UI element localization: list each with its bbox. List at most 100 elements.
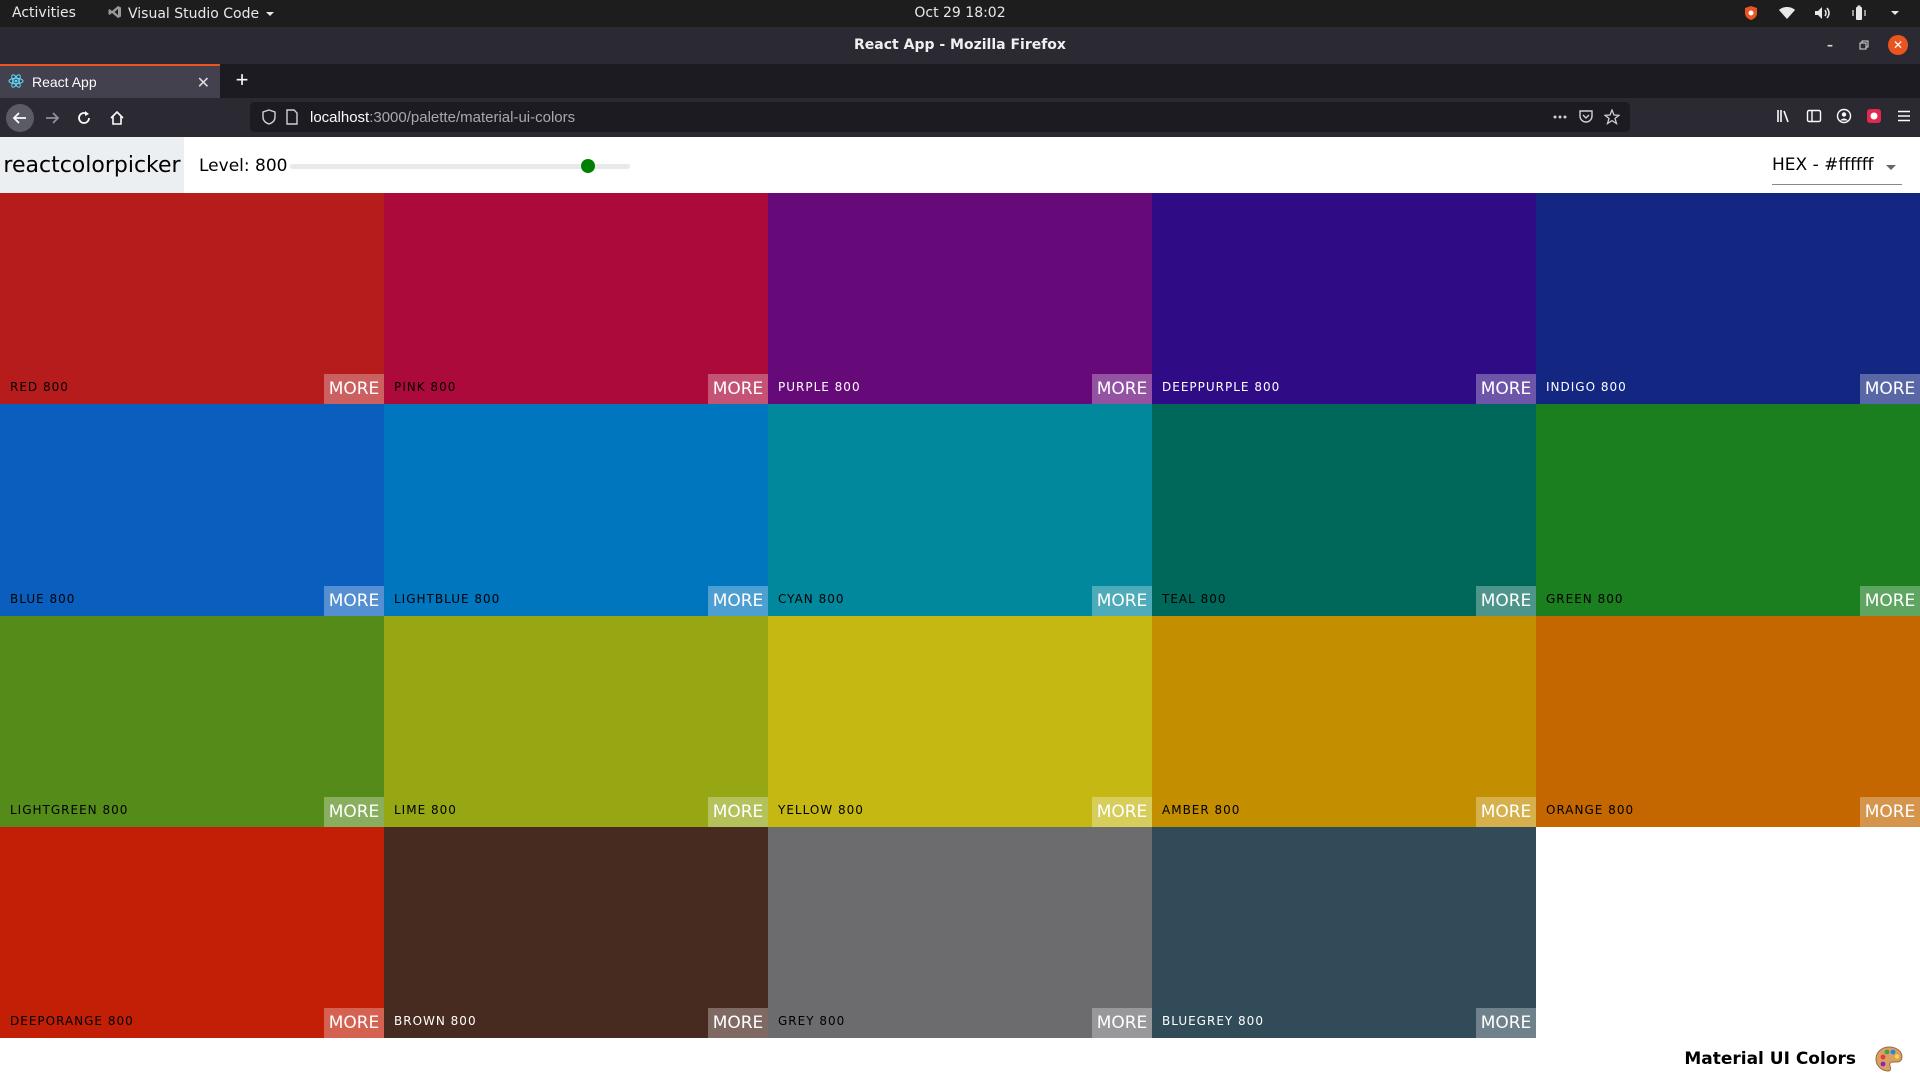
- restore-button[interactable]: [1854, 35, 1874, 55]
- more-button[interactable]: MORE: [324, 1008, 384, 1038]
- color-name: CYAN 800: [778, 591, 845, 606]
- color-name: LIGHTBLUE 800: [394, 591, 501, 606]
- account-icon[interactable]: [1836, 108, 1852, 129]
- more-button[interactable]: MORE: [708, 1008, 768, 1038]
- more-button[interactable]: MORE: [1092, 374, 1152, 405]
- url-bar[interactable]: localhost:3000/palette/material-ui-color…: [250, 102, 1630, 132]
- sidebar-icon[interactable]: [1806, 108, 1822, 129]
- vscode-icon: [108, 5, 122, 23]
- url-path: :3000/palette/material-ui-colors: [369, 108, 576, 126]
- more-button[interactable]: MORE: [1476, 796, 1536, 827]
- system-tray[interactable]: [1742, 4, 1904, 22]
- app-menu[interactable]: Visual Studio Code: [108, 5, 275, 23]
- more-button[interactable]: MORE: [708, 374, 768, 405]
- new-tab-button[interactable]: +: [230, 67, 254, 92]
- color-box[interactable]: ORANGE 800 MORE: [1536, 615, 1920, 827]
- color-name: ORANGE 800: [1546, 802, 1635, 817]
- color-box[interactable]: DEEPORANGE 800 MORE: [0, 826, 384, 1038]
- color-name: TEAL 800: [1162, 591, 1227, 606]
- forward-button[interactable]: [38, 104, 66, 132]
- color-name: GREY 800: [778, 1014, 846, 1028]
- more-button[interactable]: MORE: [324, 374, 384, 405]
- close-window-button[interactable]: ✕: [1888, 35, 1908, 55]
- more-button[interactable]: MORE: [708, 585, 768, 616]
- system-top-bar: Activities Visual Studio Code Oct 29 18:…: [0, 0, 1920, 27]
- color-box[interactable]: BROWN 800 MORE: [384, 826, 768, 1038]
- more-button[interactable]: MORE: [324, 585, 384, 616]
- more-button[interactable]: MORE: [1476, 585, 1536, 616]
- format-select-value: HEX - #ffffff: [1772, 155, 1874, 175]
- color-box[interactable]: PURPLE 800 MORE: [768, 193, 1152, 405]
- more-button[interactable]: MORE: [708, 796, 768, 827]
- color-box[interactable]: BLUE 800 MORE: [0, 404, 384, 616]
- reload-button[interactable]: [70, 104, 98, 132]
- volume-icon[interactable]: [1814, 4, 1832, 22]
- color-box[interactable]: DEEPPURPLE 800 MORE: [1152, 193, 1536, 405]
- tracking-protection-icon[interactable]: [262, 109, 276, 129]
- caret-down-icon: [1886, 165, 1896, 170]
- color-box[interactable]: CYAN 800 MORE: [768, 404, 1152, 616]
- color-box[interactable]: PINK 800 MORE: [384, 193, 768, 405]
- window-title: React App - Mozilla Firefox: [854, 37, 1066, 53]
- hamburger-menu-icon[interactable]: [1896, 108, 1912, 129]
- wifi-icon[interactable]: [1778, 4, 1796, 22]
- battery-icon[interactable]: [1850, 4, 1868, 22]
- more-button[interactable]: MORE: [1860, 796, 1920, 827]
- more-button[interactable]: MORE: [1860, 374, 1920, 405]
- more-button[interactable]: MORE: [1092, 1008, 1152, 1038]
- page-info-icon[interactable]: [286, 109, 298, 129]
- back-button[interactable]: [6, 104, 34, 132]
- tab-title: React App: [32, 74, 97, 90]
- palette-footer: Material UI Colors: [0, 1038, 1920, 1080]
- app-logo[interactable]: reactcolorpicker: [0, 137, 184, 193]
- color-box[interactable]: RED 800 MORE: [0, 193, 384, 405]
- close-tab-icon[interactable]: ✕: [197, 73, 210, 93]
- more-button[interactable]: MORE: [1860, 585, 1920, 616]
- minimize-button[interactable]: –: [1820, 35, 1840, 55]
- library-icon[interactable]: [1776, 108, 1792, 129]
- tab-react-app[interactable]: React App ✕: [0, 64, 220, 98]
- home-button[interactable]: [103, 104, 131, 132]
- color-box[interactable]: YELLOW 800 MORE: [768, 615, 1152, 827]
- palette-emoji-icon: [1874, 1044, 1904, 1074]
- security-shield-icon[interactable]: [1742, 4, 1760, 22]
- color-box[interactable]: AMBER 800 MORE: [1152, 615, 1536, 827]
- color-box[interactable]: GREY 800 MORE: [768, 826, 1152, 1038]
- color-box[interactable]: LIGHTBLUE 800 MORE: [384, 404, 768, 616]
- color-name: AMBER 800: [1162, 802, 1241, 817]
- tab-strip: React App ✕ +: [0, 64, 1920, 98]
- level-slider-track[interactable]: [290, 164, 630, 169]
- url-host: localhost: [310, 108, 370, 126]
- react-logo-icon: [8, 73, 24, 92]
- clock[interactable]: Oct 29 18:02: [914, 5, 1005, 21]
- color-box[interactable]: LIME 800 MORE: [384, 615, 768, 827]
- color-box[interactable]: BLUEGREY 800 MORE: [1152, 826, 1536, 1038]
- page-actions-icon[interactable]: [1552, 109, 1568, 129]
- window-titlebar: React App - Mozilla Firefox – ✕: [0, 27, 1920, 64]
- color-name: PINK 800: [394, 380, 457, 395]
- more-button[interactable]: MORE: [1476, 1008, 1536, 1038]
- color-box[interactable]: GREEN 800 MORE: [1536, 404, 1920, 616]
- activities-button[interactable]: Activities: [12, 5, 76, 21]
- color-name: BLUEGREY 800: [1162, 1014, 1264, 1028]
- color-box[interactable]: LIGHTGREEN 800 MORE: [0, 615, 384, 827]
- color-box[interactable]: TEAL 800 MORE: [1152, 404, 1536, 616]
- more-button[interactable]: MORE: [1092, 796, 1152, 827]
- color-name: DEEPORANGE 800: [10, 1014, 134, 1028]
- color-name: INDIGO 800: [1546, 380, 1627, 395]
- bookmark-star-icon[interactable]: [1603, 108, 1621, 129]
- more-button[interactable]: MORE: [324, 796, 384, 827]
- color-name: YELLOW 800: [778, 802, 864, 817]
- navigation-toolbar: localhost:3000/palette/material-ui-color…: [0, 98, 1920, 137]
- color-name: PURPLE 800: [778, 380, 861, 395]
- level-slider-handle[interactable]: [580, 159, 595, 173]
- extension-icon[interactable]: [1866, 108, 1882, 129]
- chevron-down-icon[interactable]: [1886, 4, 1904, 22]
- pocket-icon[interactable]: [1578, 109, 1594, 129]
- chevron-down-icon: [265, 6, 275, 22]
- format-select[interactable]: HEX - #ffffff: [1772, 147, 1902, 185]
- more-button[interactable]: MORE: [1476, 374, 1536, 405]
- more-button[interactable]: MORE: [1092, 585, 1152, 616]
- color-box[interactable]: INDIGO 800 MORE: [1536, 193, 1920, 405]
- color-name: BLUE 800: [10, 591, 76, 606]
